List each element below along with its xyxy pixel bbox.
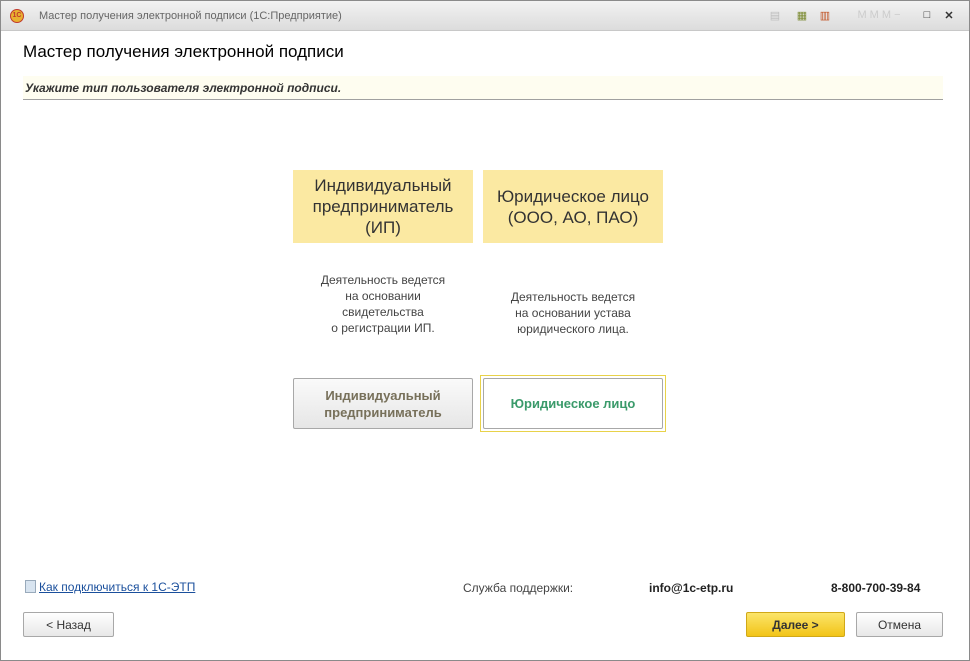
hint-bar: Укажите тип пользователя электронной под… xyxy=(23,76,943,100)
card-legal: Юридическое лицо (ООО, АО, ПАО) xyxy=(483,170,663,243)
app-logo-icon: 1С xyxy=(10,9,24,23)
select-legal-button[interactable]: Юридическое лицо xyxy=(483,378,663,429)
window-title: Мастер получения электронной подписи (1С… xyxy=(39,10,342,22)
support-label: Служба поддержки: xyxy=(463,581,574,595)
title-bar: 1С Мастер получения электронной подписи … xyxy=(1,1,969,31)
wizard-window: 1С Мастер получения электронной подписи … xyxy=(0,0,970,661)
calendar-icon[interactable]: ▥ xyxy=(819,9,831,23)
hint-text: Укажите тип пользователя электронной под… xyxy=(25,81,342,95)
description-legal: Деятельность ведется на основании устава… xyxy=(510,290,636,336)
calculator-icon[interactable]: ▦ xyxy=(796,9,808,23)
support-phone: 8-800-700-39-84 xyxy=(831,581,921,595)
card-ip: Индивидуальный предприниматель (ИП) xyxy=(293,170,473,243)
maximize-icon[interactable]: □ xyxy=(921,9,933,23)
next-button[interactable]: Далее > xyxy=(746,612,845,637)
close-icon[interactable]: ✕ xyxy=(943,9,955,23)
select-ip-button[interactable]: Индивидуальный предприниматель xyxy=(293,378,473,429)
document-icon[interactable]: ▤ xyxy=(769,9,781,23)
help-link-label: Как подключиться к 1С-ЭТП xyxy=(39,580,196,594)
page-title: Мастер получения электронной подписи xyxy=(23,42,344,61)
back-button[interactable]: < Назад xyxy=(23,612,114,637)
cancel-button[interactable]: Отмена xyxy=(856,612,943,637)
support-email: info@1c-etp.ru xyxy=(649,581,734,595)
document-icon xyxy=(25,580,36,593)
memory-icons[interactable]: M M M − xyxy=(849,9,909,23)
description-ip: Деятельность ведется на основании свидет… xyxy=(320,273,446,335)
help-link[interactable]: Как подключиться к 1С-ЭТП xyxy=(25,580,195,594)
